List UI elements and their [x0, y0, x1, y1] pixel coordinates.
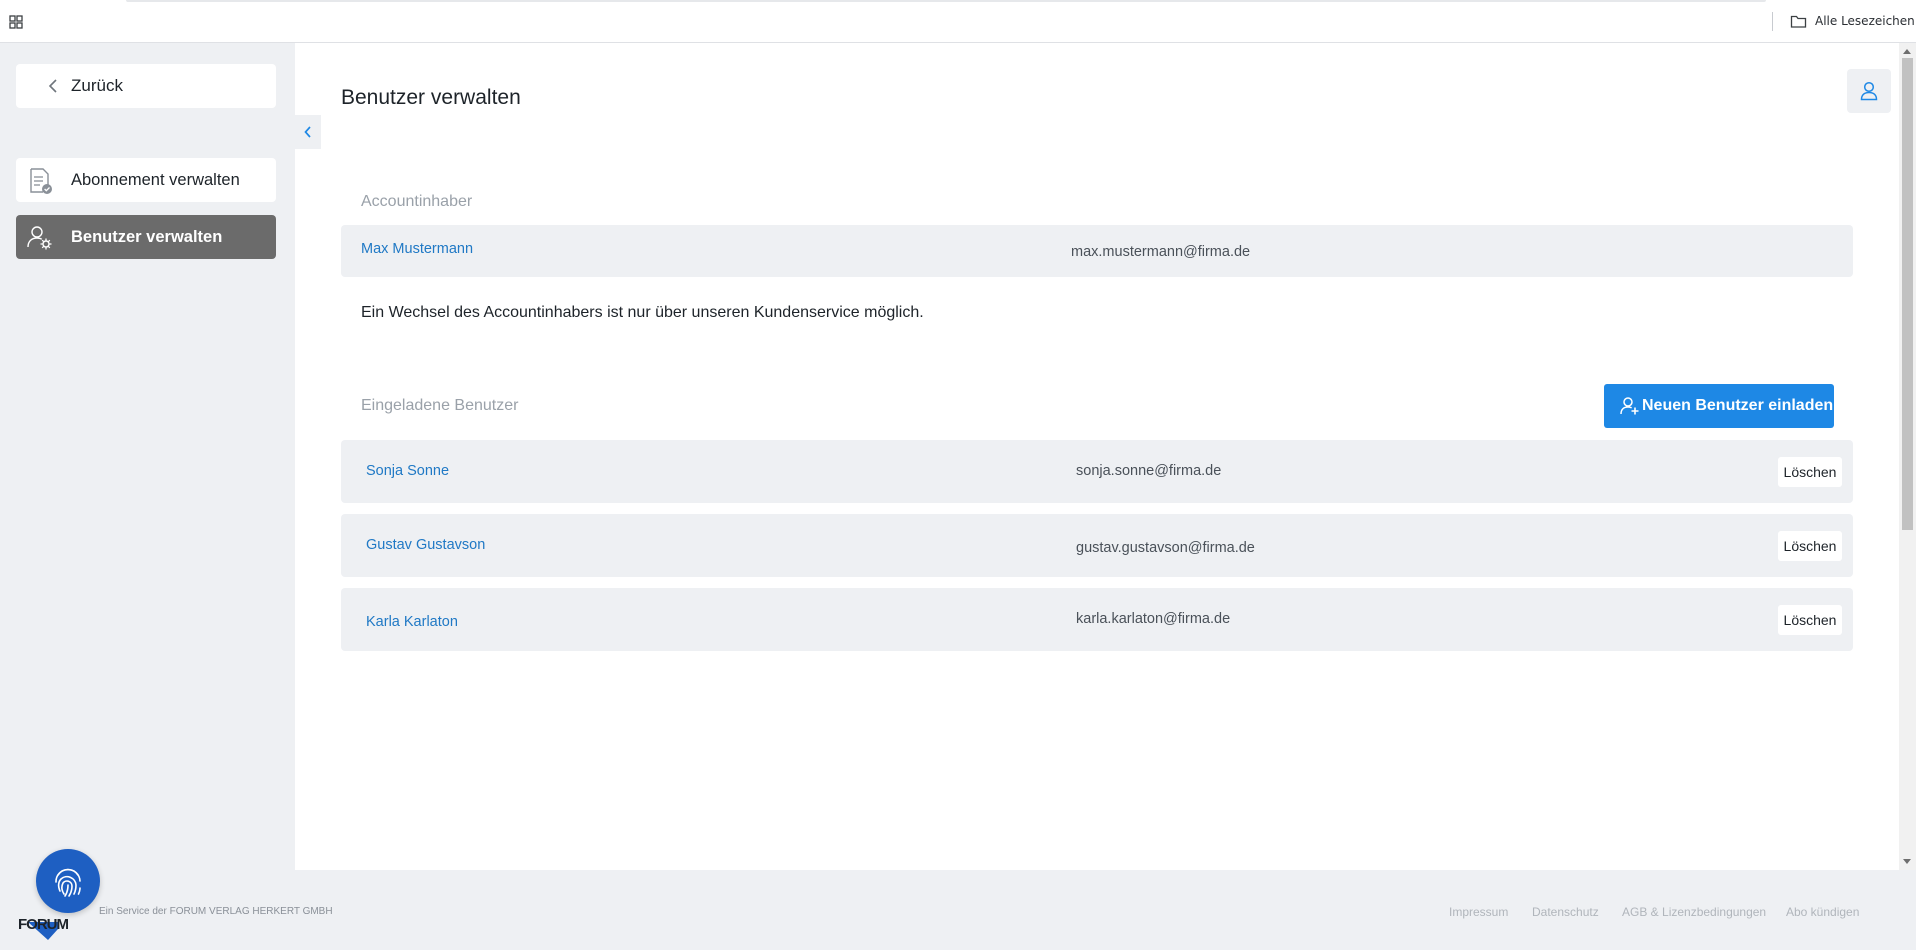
svg-text:FORUM: FORUM [18, 916, 68, 933]
fingerprint-button[interactable] [36, 849, 100, 913]
sidebar-item-subscription[interactable]: Abonnement verwalten [16, 158, 276, 202]
chevron-left-icon [304, 126, 311, 138]
owner-name[interactable]: Max Mustermann [361, 241, 473, 257]
add-user-icon [1620, 397, 1639, 415]
footer-link-terms[interactable]: AGB & Lizenzbedingungen [1622, 905, 1766, 919]
page-scrollbar[interactable] [1899, 43, 1916, 870]
table-row: Karla Karlaton karla.karlaton@firma.de L… [341, 588, 1853, 651]
profile-button[interactable] [1847, 69, 1891, 113]
delete-user-button[interactable]: Löschen [1778, 457, 1842, 487]
page-title: Benutzer verwalten [341, 86, 521, 109]
collapse-sidebar-button[interactable] [295, 115, 321, 149]
invite-user-button[interactable]: Neuen Benutzer einladen [1604, 384, 1834, 428]
scrollbar-thumb[interactable] [1902, 58, 1913, 530]
owner-email: max.mustermann@firma.de [1071, 244, 1251, 260]
user-email: sonja.sonne@firma.de [1076, 463, 1222, 479]
delete-user-button[interactable]: Löschen [1778, 531, 1842, 561]
user-email: gustav.gustavson@firma.de [1076, 540, 1255, 556]
invite-user-button-label: Neuen Benutzer einladen [1642, 397, 1834, 414]
footer-link-privacy[interactable]: Datenschutz [1532, 905, 1599, 919]
main-panel: Benutzer verwalten Accountinhaber Max Mu… [295, 43, 1899, 870]
sidebar-item-label: Benutzer verwalten [71, 228, 223, 246]
invited-section-label: Eingeladene Benutzer [361, 397, 519, 414]
sidebar-item-label: Abonnement verwalten [71, 171, 240, 189]
all-bookmarks-link[interactable]: Alle Lesezeichen [1815, 14, 1915, 28]
owner-section-label: Accountinhaber [361, 193, 473, 210]
user-icon [1860, 81, 1878, 101]
footer-link-cancel-subscription[interactable]: Abo kündigen [1786, 905, 1859, 919]
owner-change-note: Ein Wechsel des Accountinhabers ist nur … [361, 304, 924, 321]
scroll-up-arrow-icon[interactable] [1903, 49, 1911, 54]
back-button[interactable]: Zurück [16, 64, 276, 108]
folder-icon[interactable] [1790, 14, 1807, 29]
table-row: Gustav Gustavson gustav.gustavson@firma.… [341, 514, 1853, 577]
table-row: Sonja Sonne sonja.sonne@firma.de Löschen [341, 440, 1853, 503]
user-name[interactable]: Sonja Sonne [366, 463, 449, 479]
sidebar-item-users[interactable]: Benutzer verwalten [16, 215, 276, 259]
footer-link-impressum[interactable]: Impressum [1449, 905, 1508, 919]
footer-service-text: Ein Service der FORUM VERLAG HERKERT GMB… [99, 906, 333, 917]
delete-user-button[interactable]: Löschen [1778, 605, 1842, 635]
address-bar-edge [126, 0, 1766, 2]
back-button-label: Zurück [71, 76, 123, 95]
document-check-icon [30, 168, 52, 194]
bookmark-bar: Alle Lesezeichen [0, 0, 1916, 43]
bookmark-separator [1772, 12, 1773, 31]
chevron-left-icon [48, 79, 57, 93]
sidebar: Zurück Abonnement verwalten Benutzer ver… [0, 43, 295, 870]
user-settings-icon [27, 226, 52, 250]
user-name[interactable]: Karla Karlaton [366, 614, 458, 630]
user-name[interactable]: Gustav Gustavson [366, 537, 485, 553]
apps-grid-icon[interactable] [9, 15, 23, 29]
fingerprint-icon [55, 868, 81, 897]
owner-row: Max Mustermann max.mustermann@firma.de [341, 225, 1853, 277]
user-email: karla.karlaton@firma.de [1076, 611, 1231, 627]
scroll-down-arrow-icon[interactable] [1903, 859, 1911, 864]
